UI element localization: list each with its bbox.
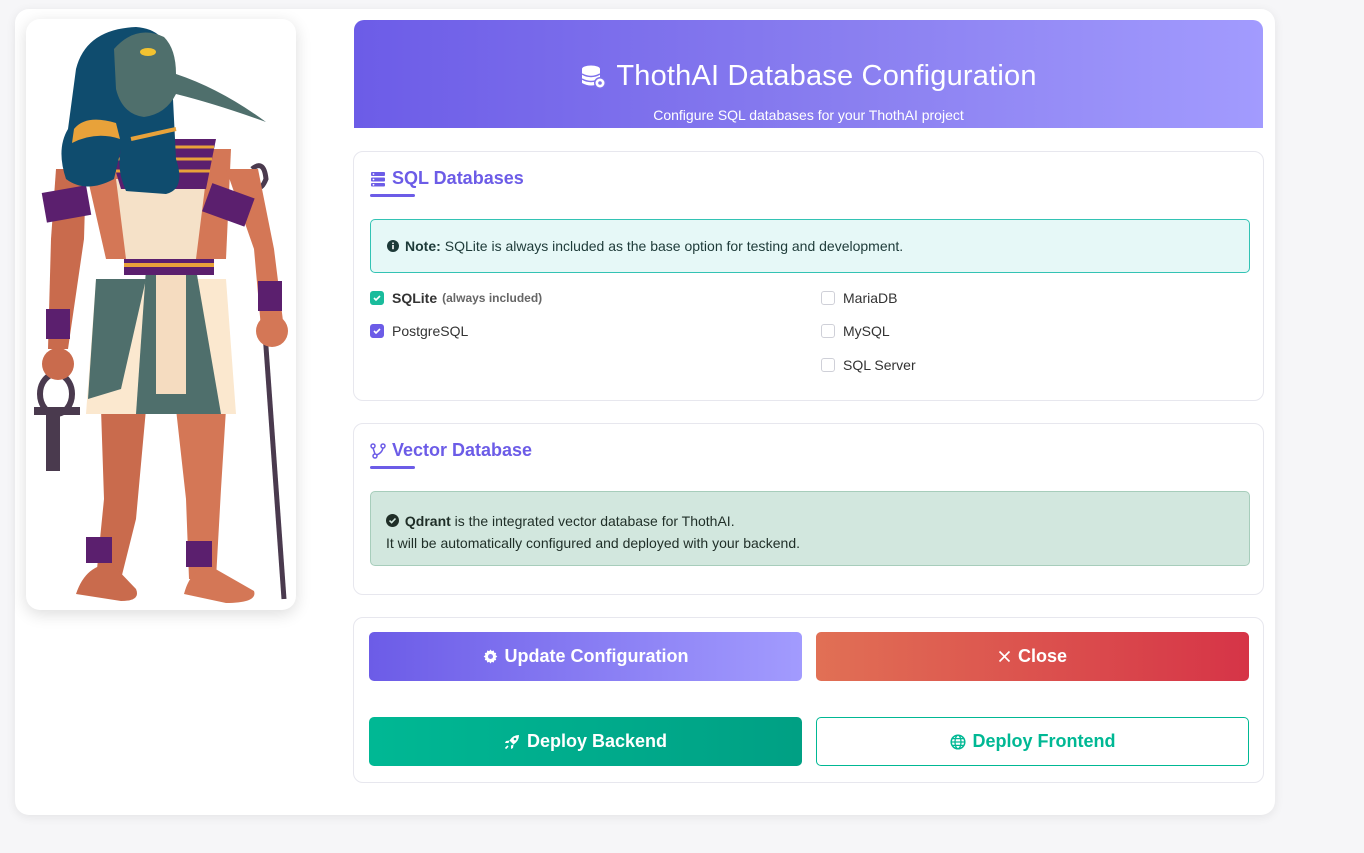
section-underline [370,466,415,469]
thoth-illustration [26,19,296,610]
gear-icon [483,649,497,664]
page-title: ThothAI Database Configuration [616,60,1037,92]
mysql-checkbox[interactable] [821,324,835,338]
sql-server-label: SQL Server [843,357,916,373]
mariadb-checkbox[interactable] [821,291,835,305]
vector-branch-icon [370,442,386,459]
rocket-icon [504,734,519,749]
sqlite-always-included: (always included) [442,291,543,305]
option-sqlite[interactable]: SQLite (always included) [370,290,542,306]
section-underline [370,194,415,197]
postgresql-label: PostgreSQL [392,323,469,339]
deploy-backend-label: Deploy Backend [526,731,668,751]
mysql-label: MySQL [843,323,890,339]
qdrant-line-1: Qdrant is the integrated vector database… [386,510,1249,532]
sqlite-note-alert: Note: SQLite is always included as the b… [370,219,1250,273]
note-text: SQLite is always included as the base op… [444,238,904,254]
close-icon [998,650,1011,663]
qdrant-name: Qdrant [404,513,451,529]
note-label: Note: [405,238,441,254]
close-button[interactable]: Close [816,632,1249,681]
postgresql-checkbox[interactable] [370,324,384,338]
page-header: ThothAI Database Configuration Configure… [354,20,1263,128]
page-subtitle: Configure SQL databases for your ThothAI… [653,107,964,123]
update-configuration-label: Update Configuration [504,646,689,666]
sql-section-title: SQL Databases [392,168,524,188]
vector-database-section: Vector Database Qdrant is the integrated… [353,423,1264,595]
deploy-frontend-label: Deploy Frontend [972,731,1116,751]
server-icon [371,171,385,186]
option-mariadb[interactable]: MariaDB [821,290,897,306]
thoth-figure-image [34,27,288,603]
check-icon [373,328,381,335]
vector-section-heading: Vector Database [370,440,532,461]
close-label: Close [1017,646,1068,666]
qdrant-description: is the integrated vector database for Th… [454,513,735,529]
deploy-frontend-button[interactable]: Deploy Frontend [816,717,1249,766]
sqlite-label: SQLite [392,290,438,306]
sql-section-heading: SQL Databases [370,168,524,189]
option-sql-server[interactable]: SQL Server [821,357,916,373]
qdrant-line-2: It will be automatically configured and … [386,535,801,551]
qdrant-info-alert: Qdrant is the integrated vector database… [370,491,1250,566]
info-circle-icon [387,240,399,252]
sql-databases-section: SQL Databases Note: SQLite is always inc… [353,151,1264,401]
sqlite-checkbox[interactable] [370,291,384,305]
check-icon [373,295,381,302]
sql-server-checkbox[interactable] [821,358,835,372]
option-mysql[interactable]: MySQL [821,323,890,339]
deploy-backend-button[interactable]: Deploy Backend [369,717,802,766]
database-gear-icon [582,65,607,89]
vector-section-title: Vector Database [392,440,533,460]
globe-icon [949,733,966,750]
update-configuration-button[interactable]: Update Configuration [369,632,802,681]
option-postgresql[interactable]: PostgreSQL [370,323,468,339]
mariadb-label: MariaDB [843,290,898,306]
check-circle-icon [386,514,399,527]
title-row: ThothAI Database Configuration [354,60,1263,93]
